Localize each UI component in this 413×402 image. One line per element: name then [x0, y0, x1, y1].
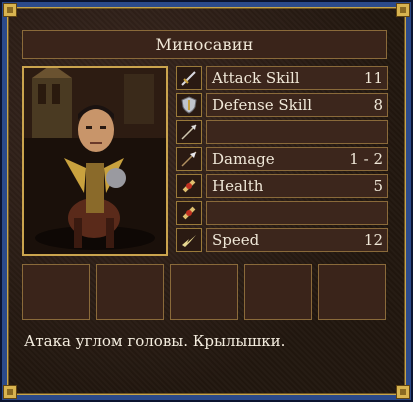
creature-name: Миносавин [22, 30, 387, 59]
stat-row-shots [176, 120, 388, 144]
stat-row-health-remaining [176, 201, 388, 225]
creature-description: Атака углом головы. Крылышки. [24, 332, 286, 350]
stat-value: 12 [363, 231, 383, 249]
stat-label: Speed [212, 231, 260, 249]
stat-row-damage: Damage 1 - 2 [176, 147, 388, 171]
effect-slot[interactable] [96, 264, 164, 320]
effect-slot[interactable] [244, 264, 312, 320]
stats-panel: Attack Skill 11 Defense Skill 8 Damage 1… [176, 66, 388, 254]
portrait-art [24, 68, 166, 254]
arrow-icon [176, 120, 202, 144]
sword-icon [176, 66, 202, 90]
corner-ornament [396, 385, 410, 399]
corner-ornament [3, 3, 17, 17]
health-icon [176, 174, 202, 198]
stat-label: Defense Skill [212, 96, 313, 114]
stat-value: 8 [373, 96, 383, 114]
creature-portrait [22, 66, 168, 256]
effect-slot[interactable] [318, 264, 386, 320]
corner-ornament [396, 3, 410, 17]
health-icon [176, 201, 202, 225]
effect-slot[interactable] [22, 264, 90, 320]
stat-row-defense: Defense Skill 8 [176, 93, 388, 117]
effect-slot[interactable] [170, 264, 238, 320]
stat-label: Damage [212, 150, 275, 168]
stat-row-attack: Attack Skill 11 [176, 66, 388, 90]
shield-icon [176, 93, 202, 117]
stat-value: 1 - 2 [349, 150, 383, 168]
speed-icon [176, 228, 202, 252]
stat-label: Health [212, 177, 264, 195]
spear-icon [176, 147, 202, 171]
stat-row-health: Health 5 [176, 174, 388, 198]
stat-label: Attack Skill [212, 69, 300, 87]
corner-ornament [3, 385, 17, 399]
effect-slots [22, 264, 388, 322]
stat-row-speed: Speed 12 [176, 228, 388, 252]
stat-value: 5 [373, 177, 383, 195]
dialog-frame: Миносавин Attack Skill 11 Defense Skill … [0, 0, 413, 402]
stat-value: 11 [363, 69, 383, 87]
